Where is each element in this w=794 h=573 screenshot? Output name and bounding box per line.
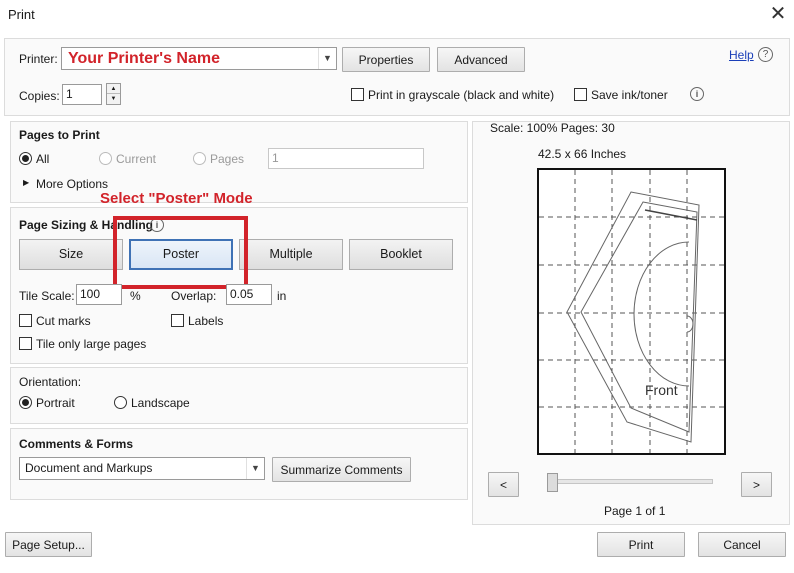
- comments-forms-title: Comments & Forms: [19, 437, 134, 451]
- info-icon[interactable]: i: [690, 87, 704, 101]
- orientation-title: Orientation:: [19, 375, 82, 389]
- tile-large-pages-checkbox[interactable]: [19, 337, 32, 350]
- comments-forms-value: Document and Markups: [25, 461, 153, 475]
- all-pages-radio[interactable]: [19, 152, 32, 165]
- preview-size-text: 42.5 x 66 Inches: [538, 147, 627, 161]
- save-ink-checkbox[interactable]: [574, 88, 587, 101]
- advanced-button[interactable]: Advanced: [437, 47, 525, 72]
- page-slider-track[interactable]: [549, 479, 713, 484]
- pages-label: Pages: [210, 152, 245, 166]
- multiple-button[interactable]: Multiple: [239, 239, 343, 270]
- tile-large-pages-label: Tile only large pages: [36, 337, 147, 351]
- cut-marks-label: Cut marks: [36, 314, 91, 328]
- stepper-down-icon[interactable]: ▼: [107, 94, 120, 104]
- cut-marks-checkbox[interactable]: [19, 314, 32, 327]
- stepper-up-icon[interactable]: ▲: [107, 84, 120, 94]
- page-indicator: Page 1 of 1: [604, 504, 666, 518]
- more-options-label[interactable]: More Options: [36, 177, 108, 191]
- landscape-label: Landscape: [131, 396, 190, 410]
- grayscale-checkbox[interactable]: [351, 88, 364, 101]
- pages-to-print-title: Pages to Print: [19, 128, 100, 142]
- landscape-radio[interactable]: [114, 396, 127, 409]
- current-page-radio[interactable]: [99, 152, 112, 165]
- poster-annotation: Select "Poster" Mode: [100, 190, 253, 207]
- printer-select-value: Your Printer's Name: [68, 50, 220, 67]
- help-icon[interactable]: ?: [758, 47, 773, 62]
- summarize-comments-button[interactable]: Summarize Comments: [272, 457, 411, 482]
- copies-input[interactable]: 1: [62, 84, 102, 105]
- copies-stepper[interactable]: ▲ ▼: [106, 83, 121, 105]
- portrait-radio[interactable]: [19, 396, 32, 409]
- help-link[interactable]: Help: [729, 48, 754, 62]
- pattern-preview-svg: [539, 170, 724, 453]
- save-ink-label: Save ink/toner: [591, 88, 668, 102]
- size-button[interactable]: Size: [19, 239, 123, 270]
- close-icon[interactable]: ✕: [768, 3, 788, 25]
- overlap-label: Overlap:: [171, 289, 217, 303]
- chevron-down-icon: ▼: [246, 458, 264, 479]
- preview-scale-text: Scale: 100% Pages: 30: [490, 121, 615, 135]
- window-title: Print: [8, 7, 35, 22]
- preview-page: Front: [537, 168, 726, 455]
- booklet-button[interactable]: Booklet: [349, 239, 453, 270]
- all-pages-label: All: [36, 152, 50, 166]
- overlap-input[interactable]: 0.05: [226, 284, 272, 305]
- expand-triangle-icon[interactable]: ▶: [23, 178, 29, 187]
- properties-button[interactable]: Properties: [342, 47, 430, 72]
- printer-label: Printer:: [19, 52, 58, 66]
- current-page-label: Current: [116, 152, 157, 166]
- tile-scale-unit: %: [130, 289, 141, 303]
- page-setup-button[interactable]: Page Setup...: [5, 532, 92, 557]
- poster-highlight-box: [113, 216, 248, 289]
- prev-page-button[interactable]: <: [488, 472, 519, 497]
- labels-label: Labels: [188, 314, 224, 328]
- grayscale-label: Print in grayscale (black and white): [368, 88, 555, 102]
- page-slider-thumb[interactable]: [547, 473, 558, 492]
- print-button[interactable]: Print: [597, 532, 685, 557]
- copies-label: Copies:: [19, 89, 60, 103]
- tile-scale-label: Tile Scale:: [19, 289, 75, 303]
- overlap-unit: in: [277, 289, 287, 303]
- next-page-button[interactable]: >: [741, 472, 772, 497]
- tile-scale-input[interactable]: 100: [76, 284, 122, 305]
- printer-select[interactable]: Your Printer's Name ▼: [61, 47, 337, 70]
- portrait-label: Portrait: [36, 396, 75, 410]
- chevron-down-icon: ▼: [318, 48, 336, 69]
- preview-front-label: Front: [645, 382, 678, 398]
- comments-forms-select[interactable]: Document and Markups ▼: [19, 457, 265, 480]
- cancel-button[interactable]: Cancel: [698, 532, 786, 557]
- labels-checkbox[interactable]: [171, 314, 184, 327]
- pages-radio[interactable]: [193, 152, 206, 165]
- pages-range-input[interactable]: 1: [268, 148, 424, 169]
